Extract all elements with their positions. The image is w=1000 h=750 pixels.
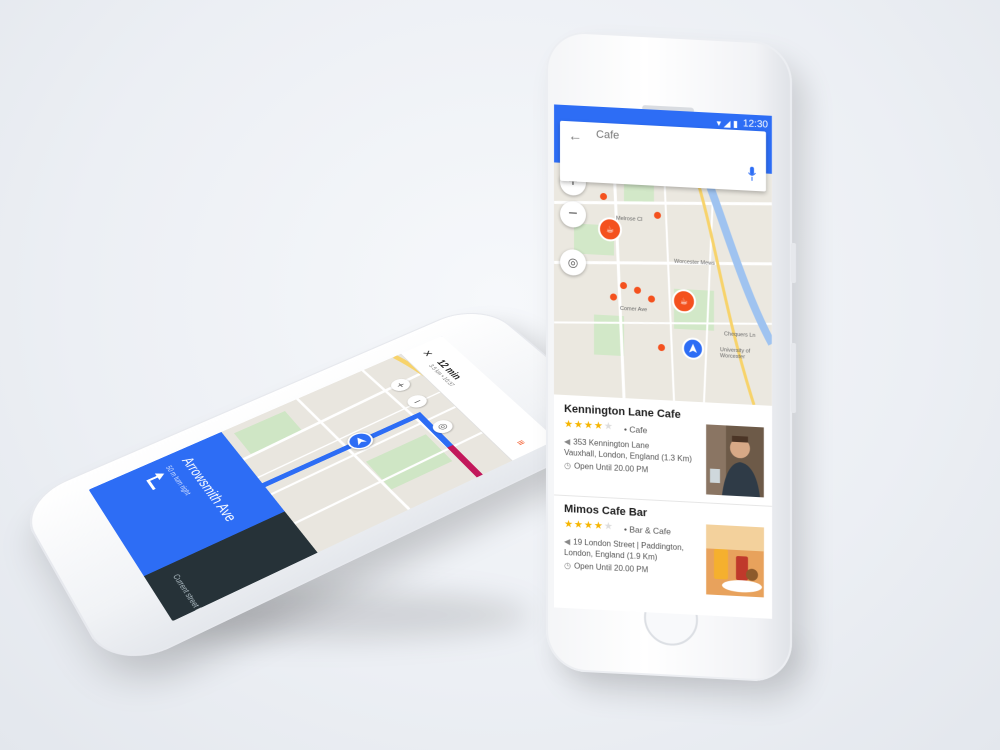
menu-button[interactable]: ≡ (514, 438, 528, 448)
current-street: Nelson Road (193, 606, 223, 621)
result-name: Kennington Lane Cafe (564, 403, 681, 421)
cafe-pin[interactable] (648, 295, 655, 302)
category-text: Bar & Cafe (629, 524, 671, 536)
search-screen: ▾ ◢ ▮ 12:30 ← Cafe Melrose Cl Worcester … (554, 104, 772, 618)
cafe-pin-large[interactable]: ☕ (598, 217, 622, 242)
search-map[interactable]: Melrose Cl Worcester Mews Comer Ave Univ… (554, 162, 772, 405)
zoom-in-icon: + (393, 380, 407, 391)
search-phone: ▾ ◢ ▮ 12:30 ← Cafe Melrose Cl Worcester … (546, 30, 792, 683)
result-photo (706, 524, 764, 597)
locate-button[interactable]: ◎ (560, 249, 586, 276)
back-arrow-icon[interactable]: ← (568, 127, 582, 144)
cafe-pin[interactable] (654, 212, 661, 219)
cafe-pin[interactable] (610, 293, 617, 300)
zoom-out-button[interactable]: − (560, 201, 586, 228)
power-button (791, 243, 796, 283)
result-name: Mimos Cafe Bar (564, 503, 647, 519)
hours-text: Open Until 20.00 PM (574, 461, 648, 474)
map-label: University of Worcester (720, 347, 768, 362)
cafe-pin-large[interactable]: ☕ (672, 289, 696, 314)
result-hours: ◷ Open Until 20.00 PM (564, 561, 648, 574)
close-button[interactable]: ✕ (420, 348, 436, 359)
zoom-out-icon: − (568, 205, 577, 222)
result-category: • Bar & Cafe (624, 524, 671, 536)
current-street-label: Current street (171, 573, 201, 609)
clock-icon: ◷ (564, 461, 571, 470)
search-bar[interactable]: ← (560, 121, 766, 192)
mic-icon[interactable] (748, 167, 756, 181)
result-hours: ◷ Open Until 20.00 PM (564, 461, 648, 474)
rating-stars: ★★★★★ (564, 519, 614, 533)
result-card[interactable]: Kennington Lane Cafe ★★★★★ • Cafe ◀ 353 K… (554, 394, 772, 505)
result-photo (706, 424, 764, 497)
cafe-pin[interactable] (600, 193, 607, 200)
menu-icon: ≡ (514, 438, 528, 448)
result-card[interactable]: Mimos Cafe Bar ★★★★★ • Bar & Cafe ◀ 19 Lo… (554, 496, 772, 618)
category-text: Cafe (629, 424, 647, 435)
locate-icon: ◎ (436, 422, 450, 432)
cafe-pin[interactable] (658, 344, 665, 351)
map-tiles (554, 162, 772, 405)
clock-icon: ◷ (564, 561, 571, 570)
volume-button (791, 343, 796, 413)
cafe-pin[interactable] (620, 282, 627, 289)
current-location-icon (682, 337, 704, 360)
current-street-row: Current street Nelson Road (171, 573, 223, 621)
zoom-out-icon: − (410, 396, 425, 407)
close-icon: ✕ (420, 348, 436, 359)
status-time: 12:30 (743, 118, 768, 130)
result-category: • Cafe (624, 424, 647, 435)
search-input[interactable] (596, 129, 716, 147)
navigation-screen: 50 m turn right Arrowsmith Ave Current s… (89, 336, 557, 621)
cafe-pin[interactable] (634, 287, 641, 294)
location-pin-icon: ◀ (564, 537, 570, 546)
location-pin-icon: ◀ (564, 437, 570, 446)
locate-icon: ◎ (568, 255, 578, 270)
hours-text: Open Until 20.00 PM (574, 561, 648, 574)
rating-stars: ★★★★★ (564, 419, 614, 433)
